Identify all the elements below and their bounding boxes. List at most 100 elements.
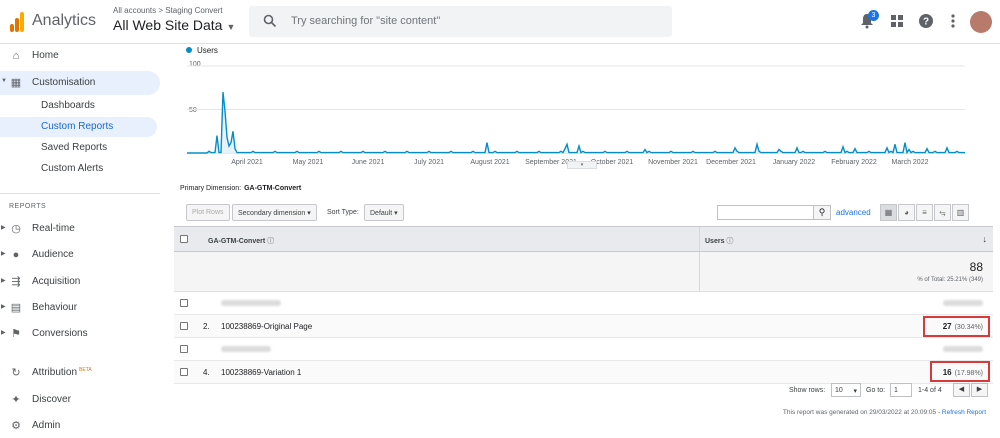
report-toolbar: Plot Rows Secondary dimension ▾ Sort Typ… — [186, 204, 986, 224]
property-name[interactable]: All Web Site Data ▼ — [113, 17, 235, 33]
info-icon: ⓘ — [726, 238, 734, 245]
users-header-label: Users — [705, 238, 725, 245]
row-checkbox[interactable] — [180, 299, 188, 307]
dropdown-caret-icon: ▾ — [853, 388, 857, 395]
row-checkbox[interactable] — [180, 345, 188, 353]
table-row: 2. 100238869-Original Page 27 (30.34%) — [174, 315, 993, 338]
apps-icon[interactable] — [888, 12, 906, 30]
advanced-filter-link[interactable]: advanced — [836, 208, 871, 217]
primary-dimension: Primary Dimension: GA-GTM-Convert — [180, 185, 301, 192]
nav-label: Conversions — [32, 328, 88, 339]
blurred-label — [221, 299, 281, 308]
column-separator — [699, 227, 700, 251]
nav-acquisition[interactable]: ▶ ⇶ Acquisition — [0, 270, 160, 294]
show-rows-select[interactable]: 10 ▾ — [831, 383, 861, 397]
nav-label: Behaviour — [32, 302, 78, 313]
users-line-chart[interactable]: April 2021 May 2021 June 2021 July 2021 Augu… — [187, 58, 967, 176]
nav-discover[interactable]: ✦ Discover — [0, 388, 160, 412]
avatar[interactable] — [970, 11, 992, 33]
sidebar: ⌂ Home ▼ ▦ Customisation Dashboards Custom … — [0, 44, 165, 437]
row-number: 2. — [203, 322, 210, 331]
dimension-column-header[interactable]: GA-GTM-Convert ⓘ — [208, 236, 274, 246]
x-tick-label: November 2021 — [648, 159, 698, 166]
refresh-report-link[interactable]: Refresh Report — [942, 409, 986, 416]
nav-home[interactable]: ⌂ Home — [0, 44, 160, 68]
clock-icon: ◷ — [11, 223, 21, 235]
series-line-users[interactable] — [187, 92, 965, 155]
pivot-view-icon[interactable]: ▥ — [952, 204, 969, 221]
dashboard-icon: ▦ — [10, 77, 22, 89]
search-icon[interactable]: ⚲ — [813, 205, 831, 220]
pie-view-icon[interactable]: ◕ — [898, 204, 915, 221]
nav-admin[interactable]: ⚙ Admin — [0, 414, 160, 438]
generated-text: This report was generated on 29/03/2022 … — [782, 409, 942, 416]
nav-realtime[interactable]: ▶ ◷ Real-time — [0, 217, 160, 241]
behaviour-icon: ▤ — [10, 302, 22, 314]
show-rows-value: 10 — [835, 387, 843, 394]
nav-behaviour[interactable]: ▶ ▤ Behaviour — [0, 296, 160, 320]
primary-dimension-label: Primary Dimension: — [180, 185, 242, 192]
person-icon: ● — [12, 249, 20, 261]
search-bar[interactable]: Try searching for "site content" — [249, 6, 672, 37]
nav-customisation-label: Customisation — [32, 77, 96, 88]
sidebar-item-custom-alerts[interactable]: Custom Alerts — [0, 159, 157, 179]
nav-home-label: Home — [32, 50, 59, 61]
bar-view-icon[interactable]: ≡ — [916, 204, 933, 221]
gear-icon: ⚙ — [11, 420, 21, 432]
primary-dimension-value[interactable]: GA-GTM-Convert — [244, 185, 301, 192]
report-generated-note: This report was generated on 29/03/2022 … — [783, 409, 986, 416]
total-users: 88 — [969, 260, 983, 274]
blurred-label — [221, 345, 271, 354]
nav-attribution[interactable]: ↻ Attribution BETA — [0, 361, 160, 385]
table-filter-input[interactable] — [717, 205, 814, 220]
next-page-button[interactable]: ▶ — [971, 383, 988, 397]
search-placeholder: Try searching for "site content" — [291, 15, 441, 27]
plot-rows-button[interactable]: Plot Rows — [186, 204, 230, 221]
help-icon[interactable]: ? — [917, 12, 935, 30]
sort-type-dropdown[interactable]: Default ▾ — [364, 204, 404, 221]
attribution-icon: ↻ — [11, 367, 21, 379]
chart-legend: Users — [186, 46, 218, 55]
x-tick-label: August 2021 — [470, 159, 509, 166]
sort-arrow-icon[interactable]: ↓ — [983, 234, 988, 244]
sidebar-item-saved-reports[interactable]: Saved Reports — [0, 138, 157, 158]
expand-arrow-icon: ▶ — [1, 278, 6, 284]
sidebar-item-custom-reports[interactable]: Custom Reports — [0, 117, 157, 137]
sidebar-item-dashboards[interactable]: Dashboards — [0, 96, 157, 116]
row-checkbox[interactable] — [180, 322, 188, 330]
account-selector[interactable]: All accounts > Staging Convert All Web S… — [113, 6, 235, 33]
dropdown-caret-icon: ▼ — [226, 22, 236, 32]
row-label[interactable]: 100238869-Original Page — [221, 322, 312, 331]
x-tick-label: February 2022 — [831, 159, 877, 166]
users-column-header[interactable]: Users ⓘ — [705, 236, 733, 246]
row-label[interactable]: 100238869-Variation 1 — [221, 368, 301, 377]
account-breadcrumb: All accounts > Staging Convert — [113, 6, 223, 15]
x-tick-label: July 2021 — [414, 159, 444, 166]
nav-conversions[interactable]: ▶ ⚑ Conversions — [0, 322, 160, 346]
blurred-value — [943, 299, 983, 308]
expand-arrow-icon: ▶ — [1, 330, 6, 336]
x-tick-label: October 2021 — [591, 159, 634, 166]
table-view-icon[interactable]: ▦ — [880, 204, 897, 221]
comparison-view-icon[interactable]: ⥃ — [934, 204, 951, 221]
acquisition-icon: ⇶ — [11, 276, 21, 288]
analytics-logo[interactable] — [10, 12, 24, 32]
attribution-text: Attribution — [32, 367, 78, 378]
select-all-checkbox[interactable] — [180, 235, 188, 243]
nav-audience[interactable]: ▶ ● Audience — [0, 243, 160, 267]
prev-page-button[interactable]: ◀ — [953, 383, 970, 397]
more-vert-icon[interactable] — [944, 12, 962, 30]
goto-input[interactable]: 1 — [890, 383, 912, 397]
x-tick-label: April 2021 — [231, 159, 263, 166]
blurred-value — [943, 345, 983, 354]
column-separator — [699, 252, 700, 291]
secondary-dimension-dropdown[interactable]: Secondary dimension ▾ — [232, 204, 317, 221]
nav-customisation[interactable]: ▼ ▦ Customisation — [0, 71, 160, 95]
expand-arrow-icon: ▶ — [1, 251, 6, 257]
nav-label: Audience — [32, 249, 74, 260]
chart-resize-handle[interactable]: ▾ — [567, 161, 597, 169]
expand-arrow-icon: ▶ — [1, 225, 6, 231]
notification-badge: 3 — [868, 10, 879, 21]
highlight-box — [930, 361, 990, 382]
row-checkbox[interactable] — [180, 368, 188, 376]
